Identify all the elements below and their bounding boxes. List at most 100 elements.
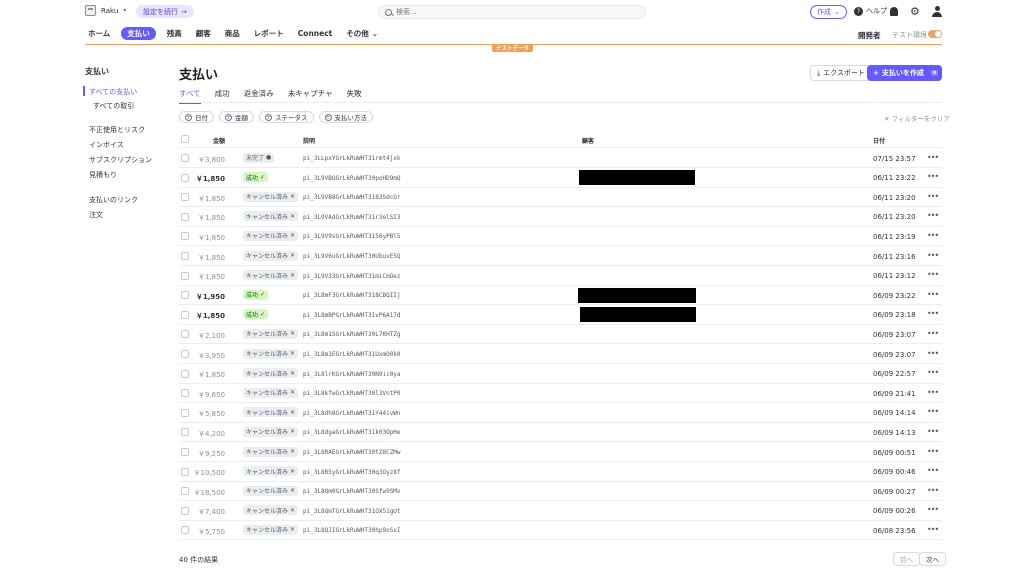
table-row[interactable]: ￥3,950 キャンセル済み ✕ pi_3L8m1EGrLkRuWHT31UxmO0k…	[179, 345, 942, 365]
nav-home[interactable]: ホーム	[85, 27, 113, 40]
table-row[interactable]: ￥1,850 キャンセル済み ✕ pi_3L9V33GrLkRuWHT31miCmOe…	[179, 266, 942, 286]
nav-reports[interactable]: レポート	[251, 27, 287, 40]
table-row[interactable]: ￥1,950 成功 ✓ pi_3L8mF3GrLkRuWHT318CBQIIj 06/0…	[179, 286, 942, 306]
more-actions-icon[interactable]: •••	[927, 525, 939, 534]
search-input[interactable]	[396, 8, 636, 16]
filter-status[interactable]: + ステータス	[259, 111, 314, 123]
more-actions-icon[interactable]: •••	[927, 349, 939, 358]
status-badge: キャンセル済み ✕	[243, 485, 299, 496]
more-actions-icon[interactable]: •••	[927, 270, 939, 279]
table-row[interactable]: ￥10,500 キャンセル済み ✕ pi_3L8R5yGrLkRuWHT30q3Oyz…	[179, 462, 942, 482]
create-button[interactable]: 作成 ⌄	[810, 5, 847, 19]
more-actions-icon[interactable]: •••	[927, 231, 939, 240]
nav-products[interactable]: 商品	[222, 27, 243, 40]
chevron-down-icon: ⌄	[834, 8, 840, 16]
table-row[interactable]: ￥1,850 キャンセル済み ✕ pi_3L9VB8GrLkRuWHT3183SdcO…	[179, 188, 942, 208]
status-label: キャンセル済み	[246, 449, 289, 456]
search-bar[interactable]	[378, 5, 646, 19]
more-actions-icon[interactable]: •••	[927, 309, 939, 318]
table-row[interactable]: ￥5,850 キャンセル済み ✕ pi_3L8dh8GrLkRuWHT31Y44ivW…	[179, 403, 942, 423]
more-actions-icon[interactable]: •••	[927, 290, 939, 299]
more-actions-icon[interactable]: •••	[927, 407, 939, 416]
sidebar-item-all-transactions[interactable]: すべての取引	[93, 101, 134, 111]
nav-balances[interactable]: 残高	[164, 27, 185, 40]
test-mode-label: テスト環境	[892, 31, 927, 39]
description-cell: pi_3L9VBOGrLkRuWHT30poHD9mQ	[303, 174, 401, 182]
nav-payments[interactable]: 支払い	[121, 27, 156, 40]
table-row[interactable]: ￥18,500 キャンセル済み ✕ pi_3L8Qm0GrLkRuWHT30Sfw9S…	[179, 482, 942, 502]
sidebar-item-orders[interactable]: 注文	[89, 210, 103, 220]
table-row[interactable]: ￥4,200 キャンセル済み ✕ pi_3L8dgaGrLkRuWHT31k03OpH…	[179, 423, 942, 443]
next-page-button[interactable]: 次へ	[919, 552, 946, 566]
create-payment-label: 支払いを作成	[881, 69, 924, 77]
more-actions-icon[interactable]: •••	[927, 329, 939, 338]
customer-redacted	[579, 170, 695, 186]
more-actions-icon[interactable]: •••	[927, 486, 939, 495]
more-actions-icon[interactable]: •••	[927, 447, 939, 456]
status-label: キャンセル済み	[246, 390, 289, 398]
table-row[interactable]: ￥1,850 キャンセル済み ✕ pi_3L9V9sGrLkRuWHT3158yPBl…	[179, 227, 942, 247]
close-icon: ✕	[290, 487, 296, 495]
sidebar-item-invoices[interactable]: インボイス	[89, 140, 124, 150]
more-actions-icon[interactable]: •••	[927, 172, 939, 181]
gear-icon[interactable]: ⚙	[910, 6, 920, 17]
table-row[interactable]: ￥1,850 キャンセル済み ✕ pi_3L9V6uGrLkRuWHT30UbuvE5…	[179, 247, 942, 267]
clear-filters-link[interactable]: ✕ フィルターをクリア	[884, 113, 950, 123]
bell-icon[interactable]	[890, 7, 898, 16]
status-badge: キャンセル済み ✕	[243, 368, 299, 379]
filter-date[interactable]: + 日付	[179, 111, 214, 123]
status-label: キャンセル済み	[246, 331, 289, 339]
more-actions-icon[interactable]: •••	[927, 466, 939, 475]
continue-setup-button[interactable]: 設定を続行 →	[136, 5, 194, 18]
close-icon: ✕	[290, 389, 296, 397]
more-actions-icon[interactable]: •••	[927, 192, 939, 201]
close-icon: ✕	[290, 467, 296, 475]
export-button[interactable]: ⤓ エクスポート	[810, 65, 872, 81]
sidebar-item-payment-links[interactable]: 支払いのリンク	[89, 195, 138, 205]
plus-icon: +	[873, 69, 879, 77]
table-row[interactable]: ￥1,850 キャンセル済み ✕ pi_3L8lrKGrLkRuWHT30N9ic0y…	[179, 364, 942, 384]
table-row[interactable]: ￥1,850 キャンセル済み ✕ pi_3L9VAdGrLkRuWHT31r3elSI…	[179, 207, 942, 227]
filter-payment-method[interactable]: + 支払い方法	[318, 111, 373, 123]
sidebar-item-subscriptions[interactable]: サブスクリプション	[89, 155, 152, 165]
nav-more[interactable]: その他 ⌄	[343, 27, 381, 40]
status-label: キャンセル済み	[246, 213, 289, 221]
nav-connect[interactable]: Connect	[295, 27, 335, 40]
status-label: キャンセル済み	[246, 351, 289, 358]
table-row[interactable]: ￥7,400 キャンセル済み ✕ pi_3L8QmTGrLkRuWHT31OX51gU…	[179, 501, 942, 521]
help-button[interactable]: ? ヘルプ	[854, 6, 887, 16]
test-data-badge: テストデータ	[492, 44, 534, 52]
table-row[interactable]: ￥9,250 キャンセル済み ✕ pi_3L8RAEGrLkRuWHT30tZ8CZM…	[179, 443, 942, 463]
test-mode-toggle[interactable]	[928, 30, 942, 38]
account-switcher[interactable]: Raku ▾	[85, 5, 126, 16]
more-actions-icon[interactable]: •••	[927, 427, 939, 436]
sidebar-item-quotes[interactable]: 見積もり	[89, 170, 117, 180]
nav-customers[interactable]: 顧客	[193, 27, 214, 40]
more-actions-icon[interactable]: •••	[927, 505, 939, 514]
developers-link[interactable]: 開発者	[858, 30, 881, 41]
user-icon[interactable]	[932, 6, 942, 17]
more-actions-icon[interactable]: •••	[927, 153, 939, 162]
select-all-checkbox[interactable]	[181, 135, 189, 143]
table-row[interactable]: ￥3,800 未完了 ● pi_3LLpxYGrLkRuWHT31rmt4jxk 07/…	[179, 149, 942, 169]
prev-page-button[interactable]: 前へ	[893, 552, 920, 566]
table-row[interactable]: ￥2,100 キャンセル済み ✕ pi_3L8m1SGrLkRuWHT30L7KHTZ…	[179, 325, 942, 345]
status-label: 未完了	[246, 155, 265, 162]
status-badge: キャンセル済み ✕	[243, 191, 299, 202]
close-icon: ✕	[290, 526, 296, 534]
more-actions-icon[interactable]: •••	[927, 211, 939, 220]
more-actions-icon[interactable]: •••	[927, 368, 939, 377]
sidebar-item-fraud-risk[interactable]: 不正使用とリスク	[89, 125, 145, 135]
create-payment-button[interactable]: + 支払いを作成 n	[867, 65, 942, 81]
filter-amount[interactable]: + 金額	[219, 111, 254, 123]
more-actions-icon[interactable]: •••	[927, 251, 939, 260]
export-icon: ⤓	[817, 68, 821, 77]
sidebar-item-all-payments[interactable]: すべての支払い	[89, 87, 137, 97]
customer-redacted	[580, 307, 696, 323]
close-icon: ✕	[290, 428, 296, 436]
table-row[interactable]: ￥9,650 キャンセル済み ✕ pi_3L8kfwGrLkRuWHT30l3VntP…	[179, 384, 942, 404]
table-row[interactable]: ￥1,850 成功 ✓ pi_3L9VBOGrLkRuWHT30poHD9mQ 06/1…	[179, 168, 942, 188]
table-row[interactable]: ￥1,850 成功 ✓ pi_3L8mBPGrLkRuWHT31vP6A17d 06/0…	[179, 305, 942, 325]
more-actions-icon[interactable]: •••	[927, 388, 939, 397]
table-row[interactable]: ￥5,750 キャンセル済み ✕ pi_3L8QJIGrLkRuWHT30hp9oSx…	[179, 521, 942, 541]
